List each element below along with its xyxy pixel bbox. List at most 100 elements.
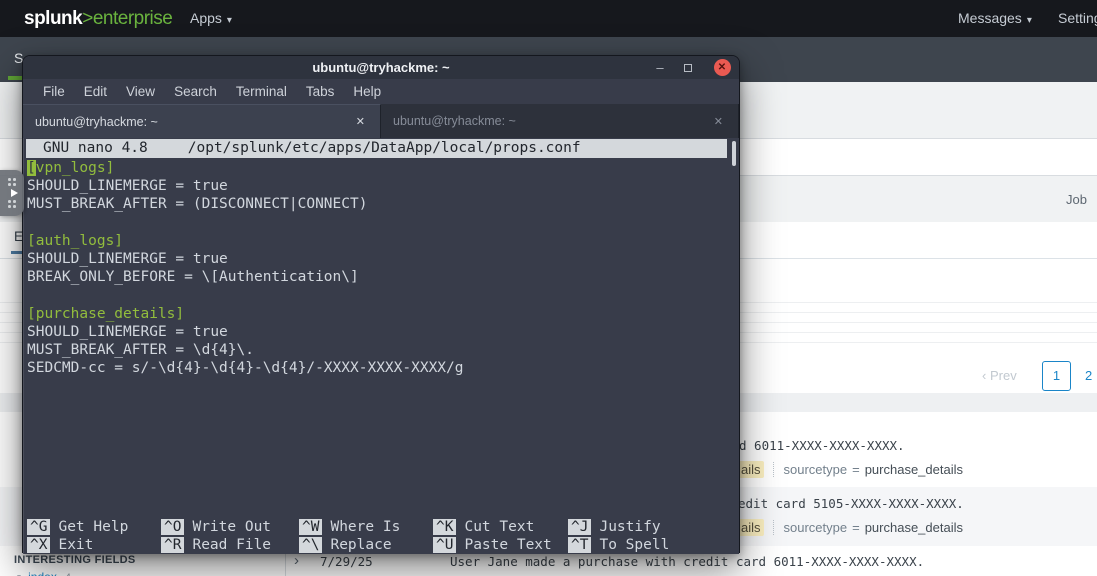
splunk-logo[interactable]: splunk>enterprise: [24, 0, 172, 37]
tab-close-icon[interactable]: ✕: [353, 113, 368, 130]
editor-line: [27, 286, 727, 304]
shortcut-key: ^O: [161, 519, 184, 535]
terminal-tab-2[interactable]: ubuntu@tryhackme: ~ ✕: [381, 104, 739, 138]
shortcut-label: Replace: [330, 537, 391, 553]
minimize-button[interactable]: –: [653, 56, 667, 79]
shortcut-label: Justify: [599, 519, 660, 535]
highlighted-match: ails: [738, 461, 764, 478]
field-type-icon: a: [16, 572, 22, 576]
page-button-1[interactable]: 1: [1042, 361, 1071, 391]
split-view-handle[interactable]: [0, 170, 24, 216]
nano-shortcut: ^WWhere Is: [299, 518, 433, 536]
prev-page-button[interactable]: ‹ Prev: [982, 368, 1017, 383]
menu-edit[interactable]: Edit: [84, 84, 107, 99]
shortcut-label: Get Help: [58, 519, 128, 535]
editor-line: MUST_BREAK_AFTER = (DISCONNECT|CONNECT): [27, 195, 727, 213]
nano-version: GNU nano 4.8: [43, 139, 148, 158]
logo-enterprise-text: enterprise: [93, 8, 173, 29]
sourcetype-key[interactable]: sourcetype: [784, 520, 848, 535]
editor-line: SHOULD_LINEMERGE = true: [27, 177, 727, 195]
terminal-menubar: File Edit View Search Terminal Tabs Help: [23, 79, 739, 104]
sourcetype-value[interactable]: purchase_details: [865, 520, 963, 535]
editor-line: MUST_BREAK_AFTER = \d{4}\.: [27, 341, 727, 359]
menu-terminal[interactable]: Terminal: [236, 84, 287, 99]
sourcetype-key[interactable]: sourcetype: [784, 462, 848, 477]
grip-dots-icon: [8, 178, 16, 186]
settings-menu[interactable]: Settings: [1058, 0, 1097, 37]
meta-equals: =: [852, 520, 860, 535]
page-button-2[interactable]: 2: [1085, 368, 1092, 383]
chevron-down-icon: ▾: [227, 15, 232, 26]
nano-shortcut: ^UPaste Text: [433, 536, 568, 554]
scrollbar-thumb[interactable]: [732, 141, 736, 166]
messages-menu[interactable]: Messages ▾: [958, 0, 1032, 39]
terminal-tab-1[interactable]: ubuntu@tryhackme: ~ ✕: [23, 104, 381, 138]
tab-close-icon[interactable]: ✕: [711, 113, 726, 130]
shortcut-label: Read File: [192, 537, 271, 553]
menu-help[interactable]: Help: [353, 84, 381, 99]
apps-menu[interactable]: Apps▾: [190, 0, 232, 39]
shortcut-key: ^R: [161, 537, 184, 553]
highlighted-match: ails: [738, 519, 764, 536]
shortcut-label: Exit: [58, 537, 93, 553]
event-1-text-fragment: d 6011-XXXX-XXXX-XXXX.: [739, 438, 905, 453]
nano-shortcut: ^O Write Out: [161, 518, 299, 536]
close-button[interactable]: ✕: [713, 56, 731, 79]
shortcut-key: ^\: [299, 537, 322, 553]
shortcut-label: Write Out: [192, 519, 271, 535]
grip-dots-icon: [8, 200, 16, 208]
nano-file-path: /opt/splunk/etc/apps/DataApp/local/props…: [188, 139, 581, 158]
menu-tabs[interactable]: Tabs: [306, 84, 335, 99]
editor-line: SHOULD_LINEMERGE = true: [27, 250, 727, 268]
job-menu[interactable]: Job: [1066, 192, 1087, 207]
nano-shortcut: ^R Read File: [161, 536, 299, 554]
event-expand-chevron[interactable]: ›: [294, 552, 299, 569]
shortcut-key: ^G: [27, 519, 50, 535]
text-cursor: [: [27, 160, 36, 176]
nano-editor-area[interactable]: [vpn_logs]SHOULD_LINEMERGE = trueMUST_BR…: [27, 159, 727, 377]
terminal-titlebar[interactable]: ubuntu@tryhackme: ~ – ✕: [23, 56, 739, 79]
terminal-tabbar: ubuntu@tryhackme: ~ ✕ ubuntu@tryhackme: …: [23, 104, 739, 138]
nano-shortcut: ^TTo Spell: [568, 536, 669, 554]
shortcut-label: Cut Text: [464, 519, 534, 535]
meta-separator: [773, 520, 774, 535]
field-value-count: 4: [65, 572, 71, 576]
terminal-window: ubuntu@tryhackme: ~ – ✕ File Edit View S…: [22, 55, 740, 553]
meta-equals: =: [852, 462, 860, 477]
nano-shortcuts-row-2: ^XExit^R Read File ^\ Replace ^UPaste Text^T…: [27, 536, 727, 554]
terminal-tab-1-label: ubuntu@tryhackme: ~: [35, 115, 353, 129]
nano-shortcut: ^J Justify: [568, 518, 661, 536]
nano-shortcut: ^XExit: [27, 536, 161, 554]
event-2-text-fragment: edit card 5105-XXXX-XXXX-XXXX.: [738, 496, 964, 511]
nano-titlebar: GNU nano 4.8 /opt/splunk/etc/apps/DataAp…: [26, 139, 727, 158]
menu-search[interactable]: Search: [174, 84, 217, 99]
terminal-tab-2-label: ubuntu@tryhackme: ~: [393, 114, 711, 128]
event-1-meta: ails sourcetype = purchase_details: [738, 461, 963, 478]
restore-icon: [684, 64, 692, 72]
editor-line: BREAK_ONLY_BEFORE = \[Authentication\]: [27, 268, 727, 286]
splunk-topbar: splunk>enterprise Apps▾ Messages ▾ Settin…: [0, 0, 1097, 37]
active-app-underline: [8, 76, 22, 80]
editor-line: [purchase_details]: [27, 305, 727, 323]
shortcut-label: Paste Text: [464, 537, 551, 553]
shortcut-key: ^T: [568, 537, 591, 553]
logo-splunk-text: splunk: [24, 8, 82, 29]
shortcut-key: ^J: [568, 519, 591, 535]
field-link-index[interactable]: index: [28, 570, 57, 576]
chevron-down-icon: ▾: [1027, 15, 1032, 26]
restore-button[interactable]: [681, 56, 695, 79]
editor-line: [vpn_logs]: [27, 159, 727, 177]
close-icon: ✕: [714, 59, 731, 76]
field-list-item-index: a index 4: [16, 568, 71, 576]
terminal-content[interactable]: GNU nano 4.8 /opt/splunk/etc/apps/DataAp…: [23, 138, 739, 554]
menu-view[interactable]: View: [126, 84, 155, 99]
settings-menu-label: Settings: [1058, 10, 1097, 26]
menu-file[interactable]: File: [43, 84, 65, 99]
editor-line: [auth_logs]: [27, 232, 727, 250]
shortcut-label: Where Is: [330, 519, 400, 535]
sourcetype-value[interactable]: purchase_details: [865, 462, 963, 477]
terminal-window-title: ubuntu@tryhackme: ~: [23, 56, 739, 79]
nano-shortcut: ^\ Replace: [299, 536, 433, 554]
messages-menu-label: Messages: [958, 10, 1022, 26]
meta-separator: [773, 462, 774, 477]
